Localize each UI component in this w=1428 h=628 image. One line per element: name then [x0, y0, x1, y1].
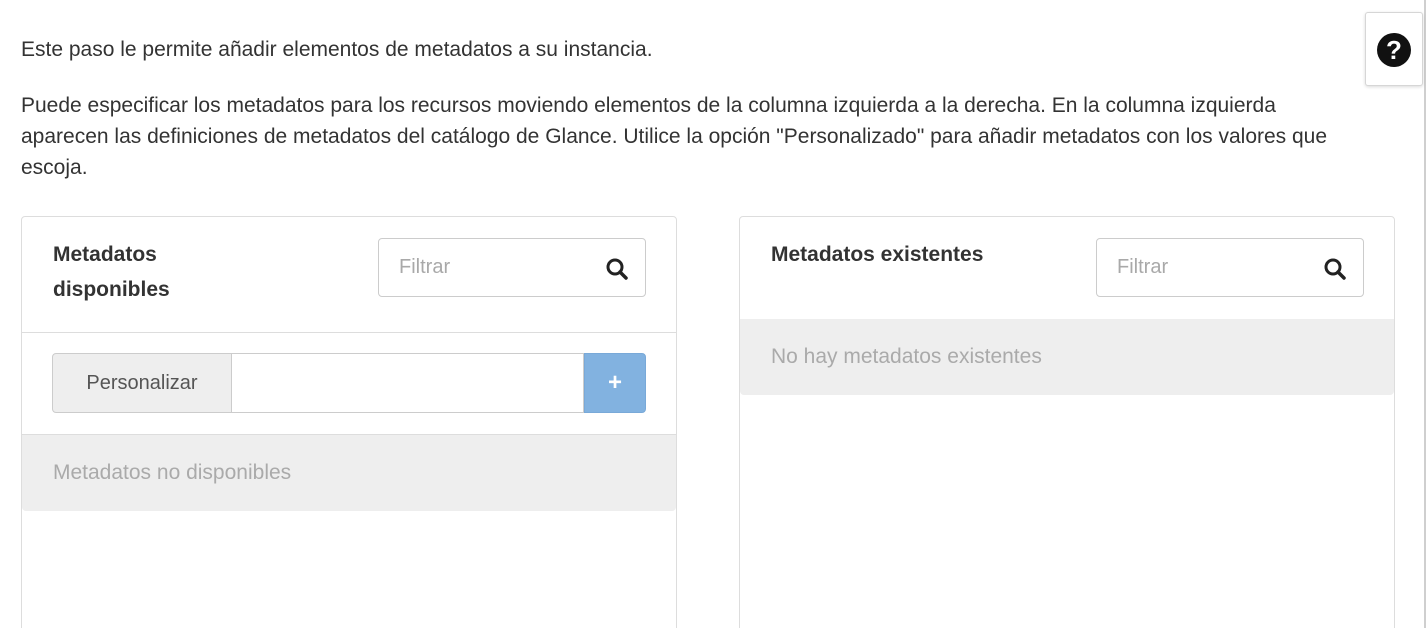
existing-metadata-panel: Metadatos existentes No hay metadatos ex… — [739, 216, 1395, 628]
description-text: Puede especificar los metadatos para los… — [21, 94, 1328, 179]
custom-label: Personalizar — [52, 353, 232, 413]
existing-panel-title: Metadatos existentes — [771, 243, 984, 266]
help-button[interactable]: ? — [1365, 12, 1423, 86]
question-circle-icon: ? — [1377, 33, 1411, 67]
existing-filter — [1096, 238, 1364, 297]
available-empty-message: Metadatos no disponibles — [22, 435, 676, 511]
available-panel-header: Metadatos disponibles — [22, 217, 676, 333]
existing-filter-input[interactable] — [1097, 239, 1297, 296]
available-metadata-panel: Metadatos disponibles Personalizar + Met… — [21, 216, 677, 628]
available-filter-input[interactable] — [379, 239, 579, 296]
custom-metadata-input[interactable] — [232, 353, 584, 413]
custom-metadata-row: Personalizar + — [22, 333, 676, 435]
metadata-step: ? Este paso le permite añadir elementos … — [0, 0, 1428, 628]
intro-text: Este paso le permite añadir elementos de… — [21, 38, 653, 61]
existing-empty-message: No hay metadatos existentes — [740, 319, 1394, 395]
search-icon[interactable] — [605, 257, 629, 281]
available-filter — [378, 238, 646, 297]
existing-panel-header: Metadatos existentes — [740, 217, 1394, 319]
window-edge — [1424, 0, 1426, 628]
plus-icon: + — [607, 369, 622, 396]
available-panel-title: Metadatos disponibles — [53, 243, 170, 301]
add-custom-button[interactable]: + — [584, 353, 646, 413]
search-icon[interactable] — [1323, 257, 1347, 281]
